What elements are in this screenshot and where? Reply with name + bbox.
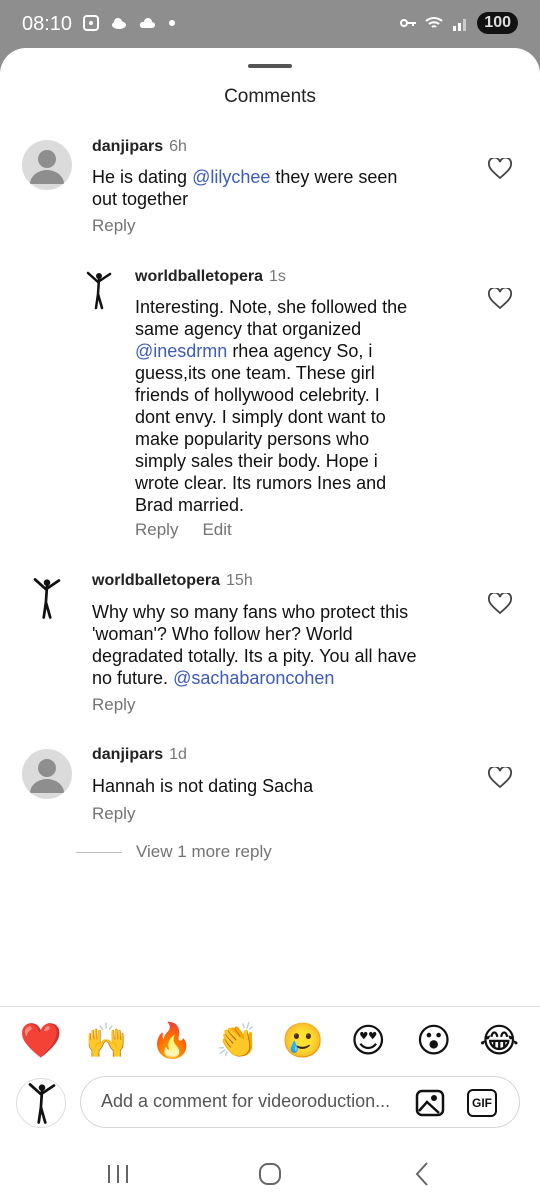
- comment-time: 1d: [169, 746, 187, 763]
- emoji-divider: [0, 1006, 540, 1007]
- avatar[interactable]: [22, 140, 72, 190]
- view-more-replies[interactable]: View 1 more reply: [76, 842, 272, 862]
- status-bar: 08:10 100: [0, 0, 540, 48]
- comment-time: 15h: [226, 572, 253, 589]
- heart-outline-icon[interactable]: [488, 767, 512, 789]
- ballerina-avatar-icon: [28, 1083, 56, 1124]
- cloud-icon: [139, 18, 155, 28]
- comment-username[interactable]: danjipars 1d: [92, 746, 187, 764]
- emoji-quick-reactions: ❤️ 🙌 🔥 👏 🥲 😍 😮 😂: [0, 1016, 540, 1066]
- comment-text: Interesting. Note, she followed the same…: [135, 297, 408, 515]
- system-nav-bar: [0, 1148, 540, 1200]
- mention-link[interactable]: @sachabaroncohen: [173, 668, 334, 688]
- comment-time: 6h: [169, 138, 187, 155]
- recents-icon: [108, 1165, 128, 1183]
- battery-indicator: 100: [477, 12, 518, 34]
- key-icon: [400, 19, 417, 27]
- emoji-raised-hands[interactable]: 🙌: [82, 1017, 130, 1065]
- back-button[interactable]: [402, 1156, 442, 1192]
- emoji-tearful-smile[interactable]: 🥲: [279, 1017, 327, 1065]
- emoji-fire[interactable]: 🔥: [148, 1017, 196, 1065]
- comment-username[interactable]: danjipars 6h: [92, 138, 187, 156]
- comment-composer: Add a comment for videoroduction... GIF: [16, 1076, 524, 1132]
- heart-outline-icon[interactable]: [488, 593, 512, 615]
- my-avatar[interactable]: [16, 1078, 66, 1128]
- emoji-laughing[interactable]: 😂: [475, 1017, 523, 1065]
- avatar[interactable]: [22, 574, 72, 624]
- emoji-clap[interactable]: 👏: [213, 1017, 261, 1065]
- comment-time: 1s: [269, 268, 286, 285]
- comment-text: He is dating @lilychee they were seen out…: [92, 167, 398, 209]
- emoji-surprised[interactable]: 😮: [410, 1017, 458, 1065]
- mention-link[interactable]: @lilychee: [192, 167, 270, 187]
- home-icon: [259, 1163, 281, 1185]
- emoji-heart[interactable]: ❤️: [17, 1017, 65, 1065]
- comment-input[interactable]: Add a comment for videoroduction... GIF: [80, 1076, 520, 1128]
- edit-button[interactable]: Edit: [202, 520, 231, 540]
- gif-icon[interactable]: GIF: [467, 1089, 497, 1117]
- reply-button[interactable]: Reply: [135, 520, 178, 540]
- mention-link[interactable]: @inesdrmn: [135, 341, 227, 361]
- comment-placeholder: Add a comment for videoroduction...: [101, 1091, 391, 1111]
- comment-username[interactable]: worldballetopera 1s: [135, 268, 286, 286]
- sheet-title: Comments: [224, 86, 316, 107]
- avatar[interactable]: [76, 268, 122, 314]
- comments-sheet: Comments danjipars 6h He is dating @lilyc…: [0, 48, 540, 1200]
- reply-button[interactable]: Reply: [92, 216, 135, 236]
- home-button[interactable]: [250, 1156, 290, 1192]
- comment-username[interactable]: worldballetopera 15h: [92, 572, 253, 590]
- ballerina-avatar-icon: [33, 578, 61, 619]
- status-time: 08:10: [22, 13, 73, 35]
- default-avatar-icon: [30, 759, 64, 793]
- signal-icon: [453, 19, 467, 31]
- cloud-icon: [112, 18, 126, 29]
- back-icon: [415, 1162, 428, 1186]
- default-avatar-icon: [30, 150, 64, 184]
- recents-button[interactable]: [98, 1156, 138, 1192]
- emoji-heart-eyes[interactable]: 😍: [344, 1017, 392, 1065]
- comment-text: Hannah is not dating Sacha: [92, 776, 314, 796]
- dot-icon: [169, 20, 175, 26]
- wifi-icon: [425, 17, 443, 28]
- ballerina-avatar-icon: [86, 271, 112, 310]
- view-more-label: View 1 more reply: [136, 842, 272, 861]
- reply-button[interactable]: Reply: [92, 804, 135, 824]
- reply-button[interactable]: Reply: [92, 695, 135, 715]
- divider-line: [76, 851, 122, 853]
- heart-outline-icon[interactable]: [488, 158, 512, 180]
- heart-outline-icon[interactable]: [488, 288, 512, 310]
- image-icon[interactable]: [415, 1089, 445, 1117]
- avatar[interactable]: [22, 749, 72, 799]
- comment-text: Why why so many fans who protect this 'w…: [92, 602, 417, 688]
- drag-handle[interactable]: [248, 64, 292, 68]
- screenshot-icon: [83, 15, 99, 31]
